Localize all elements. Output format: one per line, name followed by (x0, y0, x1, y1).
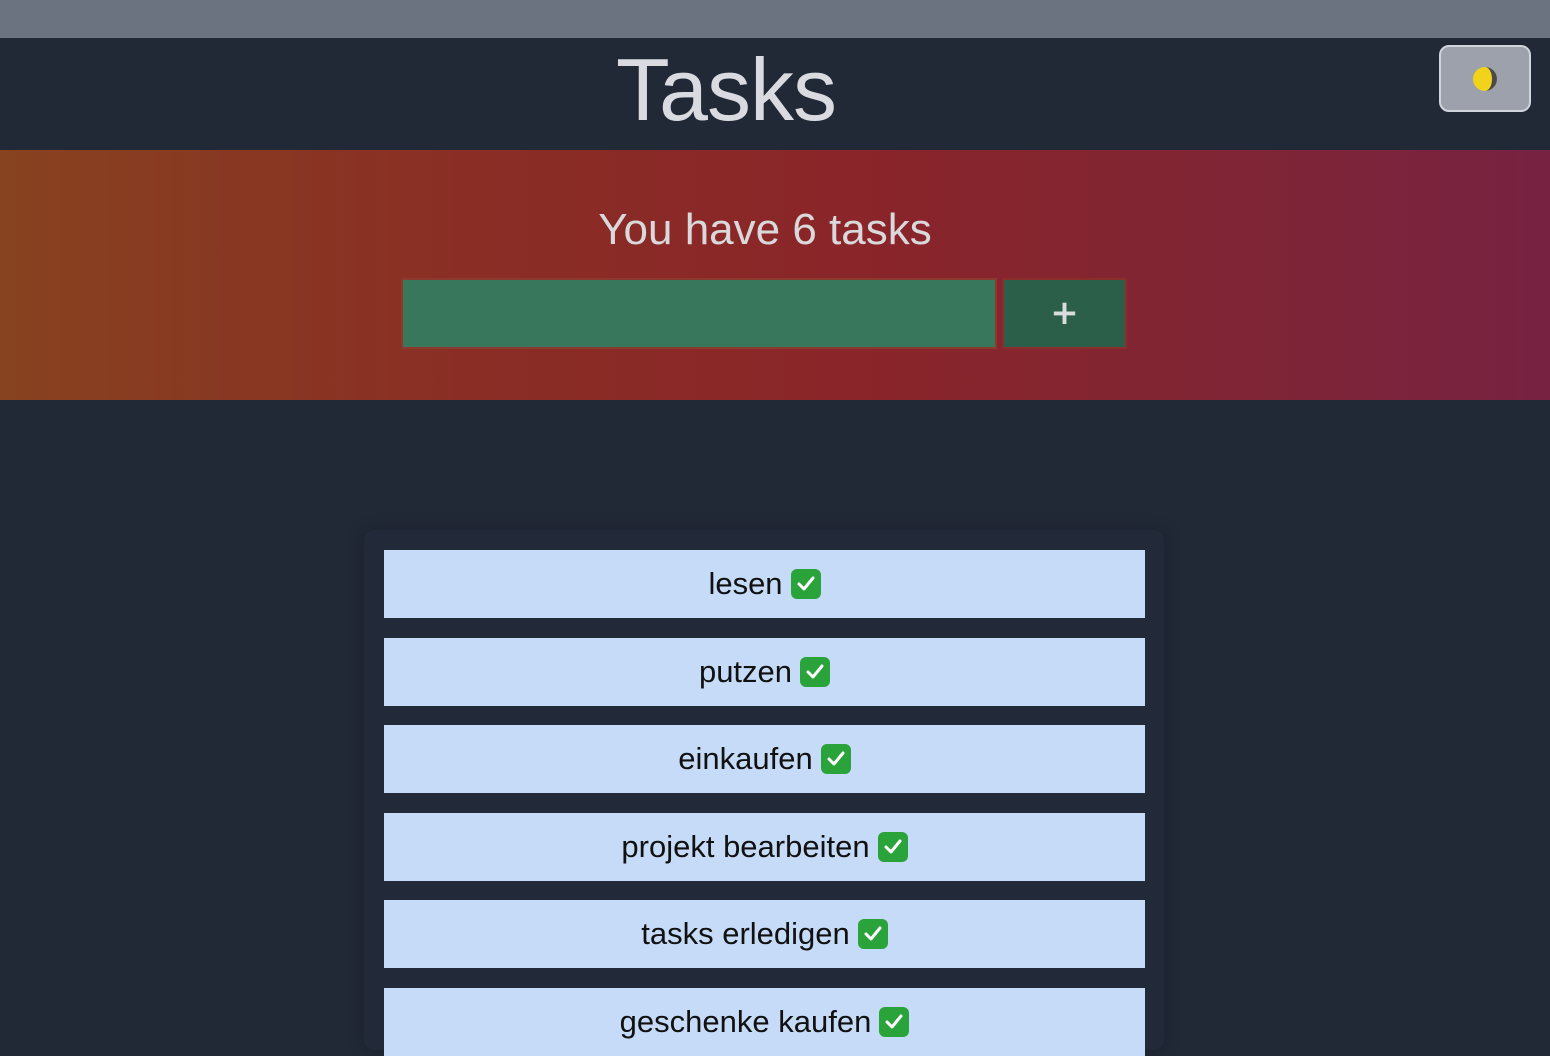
page-title: Tasks (616, 40, 837, 139)
task-item[interactable]: lesen (384, 550, 1145, 618)
add-task-button[interactable]: + (1002, 278, 1127, 349)
task-label: projekt bearbeiten (621, 829, 870, 864)
check-icon (800, 657, 831, 687)
task-item[interactable]: projekt bearbeiten (384, 813, 1145, 881)
task-summary-banner (0, 150, 1550, 400)
task-item[interactable]: einkaufen (384, 725, 1145, 793)
check-icon (877, 832, 908, 862)
task-item[interactable]: geschenke kaufen (384, 988, 1145, 1056)
task-label: lesen (708, 566, 783, 601)
moon-icon (1473, 66, 1497, 91)
task-count-text: You have 6 tasks (598, 205, 932, 254)
check-icon (820, 744, 851, 774)
task-label: einkaufen (678, 741, 813, 776)
check-icon (790, 569, 821, 599)
task-label: geschenke kaufen (619, 1004, 872, 1039)
task-item[interactable]: putzen (384, 638, 1145, 706)
check-icon (857, 919, 888, 949)
new-task-input[interactable] (401, 278, 997, 349)
check-icon (879, 1007, 910, 1037)
browser-top-bar (0, 0, 1550, 38)
theme-toggle-button[interactable] (1439, 45, 1531, 112)
task-label: putzen (698, 654, 793, 689)
task-item[interactable]: tasks erledigen (384, 900, 1145, 968)
task-label: tasks erledigen (641, 916, 850, 951)
